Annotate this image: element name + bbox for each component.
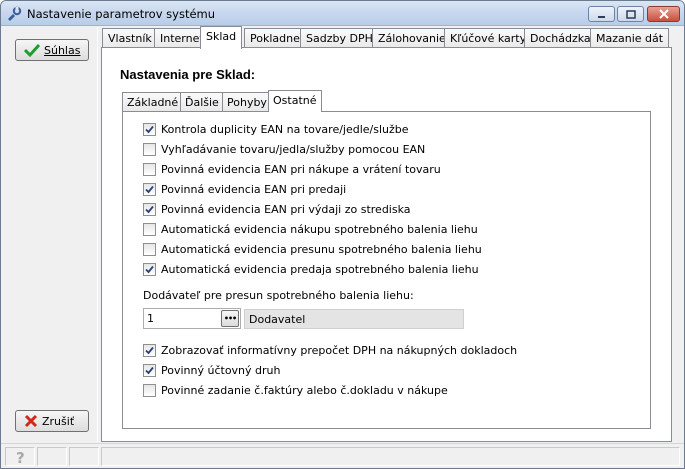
supplier-name-field: Dodavatel <box>244 309 464 329</box>
tab-zalohovanie[interactable]: Zálohovanie <box>372 28 452 49</box>
checkboxes_bottom-checkbox-row[interactable]: Povinné zadanie č.faktúry alebo č.doklad… <box>143 382 448 398</box>
cancel-button[interactable]: Zrušiť <box>15 410 89 432</box>
minimize-icon <box>598 15 605 18</box>
checkbox-label: Automatická evidencia predaja spotrebnéh… <box>161 262 479 276</box>
question-icon: ? <box>16 449 25 467</box>
tab-sklad[interactable]: Sklad <box>200 26 243 49</box>
ostatne-panel: Kontrola duplicity EAN na tovare/jedle/s… <box>122 111 651 429</box>
checkboxes_bottom-checkbox-row[interactable]: Povinný účtovný druh <box>143 362 281 378</box>
tab-vlastnik[interactable]: Vlastník <box>102 28 158 49</box>
window-title: Nastavenie parametrov systému <box>27 7 216 21</box>
checkbox[interactable] <box>143 242 156 256</box>
checkbox-label: Kontrola duplicity EAN na tovare/jedle/s… <box>161 122 409 136</box>
check-icon <box>145 265 154 273</box>
left-panel: Súhlas Zrušiť <box>2 27 98 442</box>
cancel-button-label: Zrušiť <box>42 414 75 428</box>
checkbox[interactable] <box>143 182 156 196</box>
supplier-browse-button[interactable]: ••• <box>221 310 239 327</box>
ok-button-label: Súhlas <box>44 43 81 57</box>
checkboxes_bottom-checkbox-row[interactable]: Zobrazovať informatívny prepočet DPH na … <box>143 342 517 358</box>
checkbox[interactable] <box>143 383 156 397</box>
checkbox[interactable] <box>143 202 156 216</box>
subtab-pohyby[interactable]: Pohyby <box>222 92 272 112</box>
svg-text:?: ? <box>16 449 25 466</box>
close-icon <box>658 9 669 19</box>
ellipsis-icon: ••• <box>223 314 237 323</box>
checkboxes_top-checkbox-row[interactable]: Kontrola duplicity EAN na tovare/jedle/s… <box>143 121 409 137</box>
checkboxes_top-checkbox-row[interactable]: Vyhľadávanie tovaru/jedla/služby pomocou… <box>143 141 425 157</box>
checkboxes_top-checkbox-row[interactable]: Automatická evidencia predaja spotrebnéh… <box>143 261 479 277</box>
checkbox[interactable] <box>143 122 156 136</box>
checkbox-label: Povinný účtovný druh <box>161 363 281 377</box>
tab-dochadzka[interactable]: Dochádzka <box>524 28 597 49</box>
checkboxes_top-checkbox-row[interactable]: Automatická evidencia presunu spotrebnéh… <box>143 241 482 257</box>
tab-mazanie-dat[interactable]: Mazanie dát <box>590 28 670 49</box>
subtab-ostatne[interactable]: Ostatné <box>268 90 322 112</box>
ok-button[interactable]: Súhlas <box>15 39 89 61</box>
checkbox-label: Povinná evidencia EAN pri nákupe a vráte… <box>161 162 441 176</box>
checkboxes_top-checkbox-row[interactable]: Povinná evidencia EAN pri výdaji zo stre… <box>143 201 411 217</box>
supplier-label: Dodávateľ pre presun spotrebného balenia… <box>143 289 414 302</box>
checkboxes_top-checkbox-row[interactable]: Automatická evidencia nákupu spotrebného… <box>143 221 478 237</box>
checkbox[interactable] <box>143 343 156 357</box>
settings-window: Nastavenie parametrov systému Súhlas Zru… <box>0 0 685 469</box>
checkbox[interactable] <box>143 162 156 176</box>
checkbox[interactable] <box>143 222 156 236</box>
checkbox-label: Vyhľadávanie tovaru/jedla/služby pomocou… <box>161 142 426 156</box>
section-title: Nastavenia pre Sklad: <box>120 67 256 82</box>
check-icon <box>145 125 154 133</box>
red-x-icon <box>24 414 38 428</box>
close-button[interactable] <box>647 6 680 22</box>
status-bar: ? <box>1 443 684 468</box>
check-icon <box>145 205 154 213</box>
tab-pokladne[interactable]: Pokladne <box>244 28 306 49</box>
maximize-icon <box>625 9 636 19</box>
checkbox[interactable] <box>143 363 156 377</box>
check-icon <box>145 185 154 193</box>
status-cell-3 <box>69 447 99 466</box>
title-bar: Nastavenie parametrov systému <box>1 1 684 26</box>
checkbox-label: Povinná evidencia EAN pri výdaji zo stre… <box>161 202 411 216</box>
checkbox-label: Zobrazovať informatívny prepočet DPH na … <box>161 343 518 357</box>
checkbox-label: Povinná evidencia EAN pri predaji <box>161 182 347 196</box>
maximize-button[interactable] <box>617 6 644 22</box>
checkbox-label: Automatická evidencia presunu spotrebnéh… <box>161 242 482 256</box>
minimize-button[interactable] <box>588 6 615 22</box>
checkboxes_top-checkbox-row[interactable]: Povinná evidencia EAN pri predaji <box>143 181 346 197</box>
subtab-zakladne[interactable]: Základné <box>122 92 184 112</box>
subtab-dalsie[interactable]: Ďalšie <box>180 92 224 112</box>
checkbox[interactable] <box>143 142 156 156</box>
status-message <box>101 447 680 466</box>
check-icon <box>145 346 154 354</box>
app-icon <box>8 6 22 21</box>
checkbox-label: Automatická evidencia nákupu spotrebného… <box>161 222 478 236</box>
tab-klucove-karty[interactable]: Kľúčové karty <box>444 28 533 49</box>
checkbox[interactable] <box>143 262 156 276</box>
help-cell[interactable]: ? <box>5 447 35 467</box>
sklad-panel: Nastavenia pre Sklad: Základné Ďalšie Po… <box>101 47 672 442</box>
checkboxes_top-checkbox-row[interactable]: Povinná evidencia EAN pri nákupe a vráte… <box>143 161 441 177</box>
status-cell-2 <box>37 447 67 466</box>
tab-sadzby-dph[interactable]: Sadzby DPH <box>300 28 379 49</box>
checkmark-icon <box>24 43 40 57</box>
checkbox-label: Povinné zadanie č.faktúry alebo č.doklad… <box>161 383 448 397</box>
check-icon <box>145 366 154 374</box>
